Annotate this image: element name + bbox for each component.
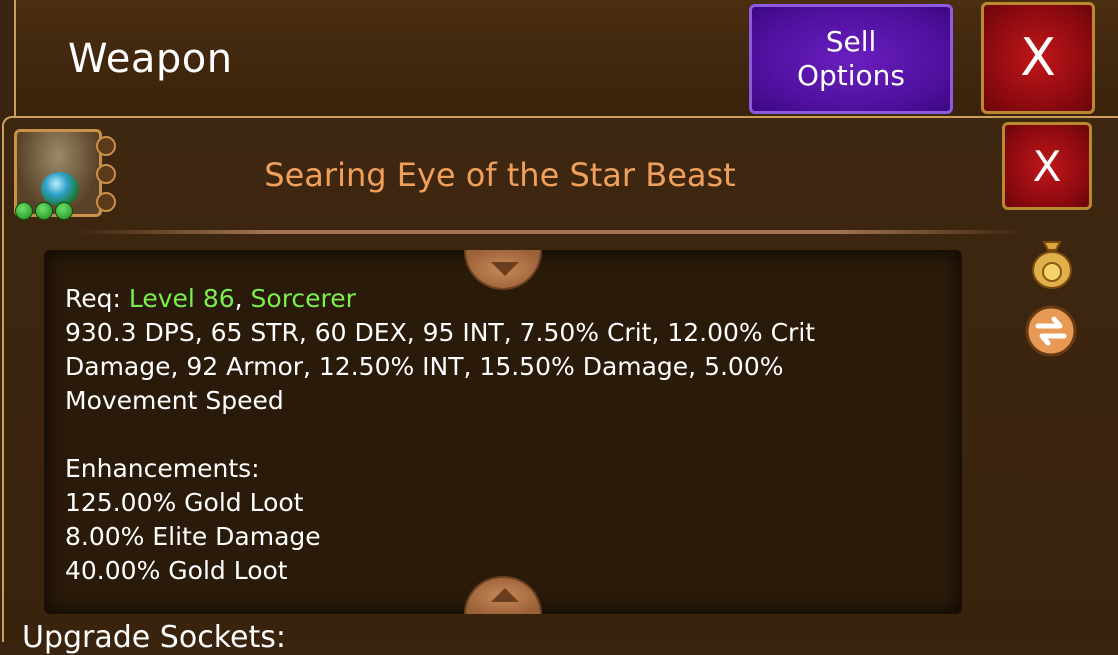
enhancement-item: 125.00% Gold Loot — [65, 488, 304, 517]
item-name: Searing Eye of the Star Beast — [264, 156, 736, 194]
page-title: Weapon — [68, 36, 233, 82]
sell-options-label-line2: Options — [796, 59, 906, 92]
enhancement-item: 40.00% Gold Loot — [65, 556, 288, 585]
stats-line: Damage, 92 Armor, 12.50% INT, 15.50% Dam… — [65, 352, 784, 381]
req-class: Sorcerer — [250, 284, 356, 313]
socket-slot-icon — [96, 192, 116, 212]
gold-bag-icon[interactable] — [1030, 236, 1074, 290]
req-level: Level 86 — [128, 284, 235, 313]
sell-options-button[interactable]: Sell Options — [749, 4, 953, 114]
divider — [78, 230, 1024, 234]
socket-slot-icon — [96, 164, 116, 184]
sell-options-label-line1: Sell — [825, 25, 877, 58]
requirement-line: Req: Level 86, Sorcerer — [65, 284, 356, 313]
stats-line: 930.3 DPS, 65 STR, 60 DEX, 95 INT, 7.50%… — [65, 318, 816, 347]
rarity-dot-icon — [35, 202, 53, 220]
close-item-button[interactable]: X — [1002, 122, 1092, 210]
swap-arrows-icon[interactable] — [1024, 304, 1078, 358]
rarity-dot-icon — [55, 202, 73, 220]
enhancement-item: 8.00% Elite Damage — [65, 522, 321, 551]
item-stats-text: Req: Level 86, Sorcerer 930.3 DPS, 65 ST… — [65, 282, 865, 588]
gem-amulet-icon — [41, 172, 79, 206]
upgrade-sockets-label: Upgrade Sockets: — [22, 620, 286, 655]
enhancements-title: Enhancements: — [65, 454, 260, 483]
stats-line: Movement Speed — [65, 386, 284, 415]
close-window-button[interactable]: X — [981, 2, 1095, 114]
chevron-up-icon — [491, 588, 519, 602]
chevron-down-icon — [491, 262, 519, 276]
rarity-dot-icon — [15, 202, 33, 220]
socket-slot-icon — [96, 136, 116, 156]
